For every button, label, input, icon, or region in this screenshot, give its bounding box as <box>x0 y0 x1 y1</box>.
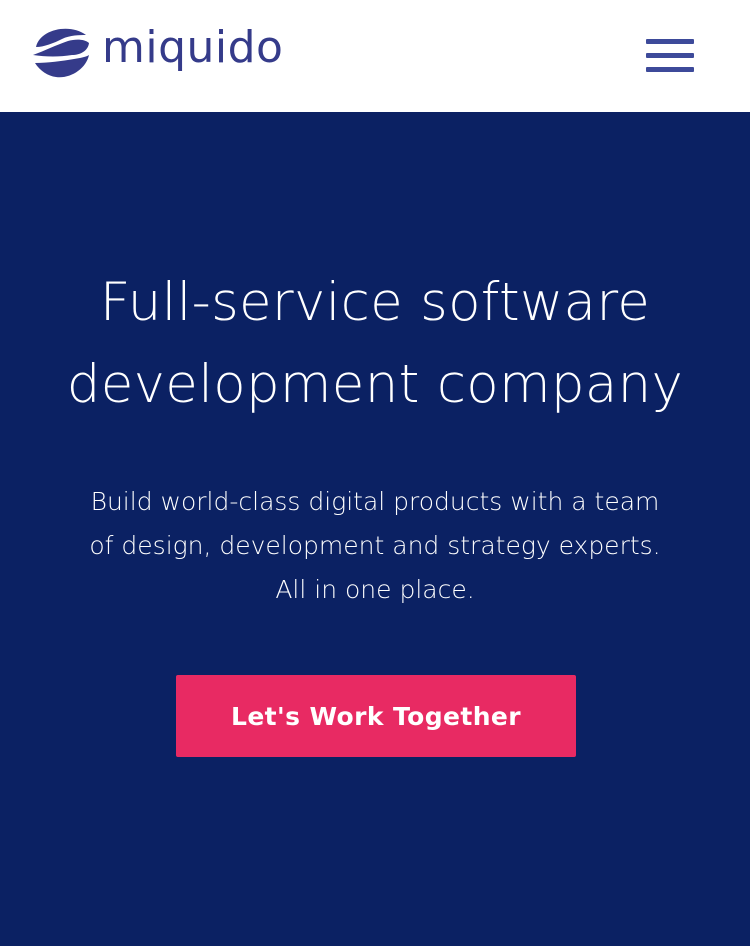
miquido-logo-icon <box>33 28 89 78</box>
menu-bar-middle <box>646 53 694 58</box>
hero-title-line-1: Full-service software <box>99 272 651 333</box>
hero-subtitle-line-3: All in one place. <box>275 575 475 604</box>
site-header: miquido <box>0 0 750 112</box>
menu-bar-top <box>646 39 694 44</box>
hamburger-menu-button[interactable] <box>640 34 700 78</box>
hero-subtitle: Build world-class digital products with … <box>60 480 690 612</box>
hero-title-line-2: development company <box>66 354 684 415</box>
hero-subtitle-line-2: of design, development and strategy expe… <box>89 531 661 560</box>
hero-title: Full-service software development compan… <box>20 262 730 426</box>
logo-link[interactable]: miquido <box>30 20 283 84</box>
hero-section: Full-service software development compan… <box>0 112 750 946</box>
menu-bar-bottom <box>646 67 694 72</box>
logo-text: miquido <box>102 22 284 73</box>
lets-work-together-button[interactable]: Let's Work Together <box>176 675 576 757</box>
hero-subtitle-line-1: Build world-class digital products with … <box>90 487 660 516</box>
